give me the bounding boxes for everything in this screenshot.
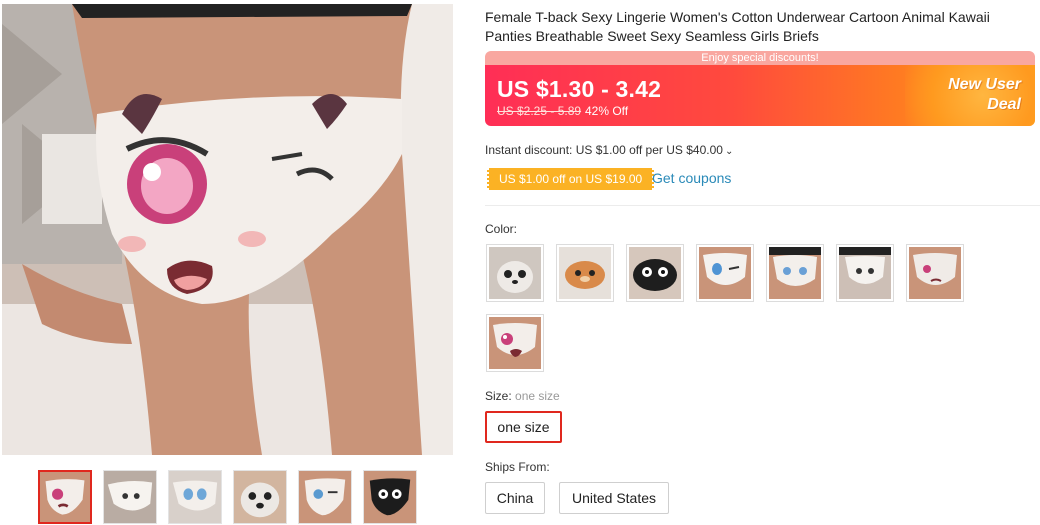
promo-banner: Enjoy special discounts! (485, 51, 1035, 65)
ships-from-china[interactable]: China (485, 482, 545, 514)
current-price: US $1.30 - 3.42 (497, 76, 662, 102)
coupon-tag[interactable]: US $1.00 off on US $19.00 (487, 168, 655, 190)
product-title: Female T-back Sexy Lingerie Women's Cott… (485, 9, 990, 44)
ships-from-united-states[interactable]: United States (559, 482, 669, 514)
main-product-image[interactable] (2, 4, 453, 455)
size-label: Size: one size (485, 389, 560, 403)
color-swatch-1[interactable] (486, 244, 544, 302)
thumbnail-6[interactable] (363, 470, 417, 524)
chevron-down-icon: ⌄ (724, 146, 734, 157)
color-swatch-5[interactable] (766, 244, 824, 302)
ships-from-label: Ships From: (485, 460, 550, 474)
instant-discount-text: Instant discount: US $1.00 off per US $4… (485, 143, 723, 157)
size-selected-value: one size (515, 389, 560, 403)
thumbnail-3[interactable] (168, 470, 222, 524)
discount-percent: 42% Off (585, 104, 629, 118)
price-box: US $1.30 - 3.42 US $2.25 - 5.89 42% Off … (485, 65, 1035, 126)
thumbnail-2[interactable] (103, 470, 157, 524)
product-photo (2, 4, 453, 455)
thumbnail-1[interactable] (38, 470, 92, 524)
color-swatch-6[interactable] (836, 244, 894, 302)
color-label: Color: (485, 222, 518, 236)
color-swatch-8[interactable] (486, 314, 544, 372)
thumbnail-4[interactable] (233, 470, 287, 524)
get-coupons-link[interactable]: Get coupons (652, 170, 731, 186)
color-swatch-2[interactable] (556, 244, 614, 302)
color-swatch-4[interactable] (696, 244, 754, 302)
instant-discount[interactable]: Instant discount: US $1.00 off per US $4… (485, 143, 733, 157)
deal-line-1: New User (948, 76, 1021, 93)
size-label-text: Size: (485, 389, 512, 403)
color-swatch-3[interactable] (626, 244, 684, 302)
color-swatch-7[interactable] (906, 244, 964, 302)
new-user-deal-text: New User Deal (911, 75, 1021, 115)
original-price: US $2.25 - 5.89 (497, 104, 582, 118)
deal-line-2: Deal (987, 96, 1021, 113)
thumbnail-strip (38, 470, 417, 524)
size-option-one-size[interactable]: one size (485, 411, 562, 443)
divider (485, 205, 1040, 206)
thumbnail-5[interactable] (298, 470, 352, 524)
